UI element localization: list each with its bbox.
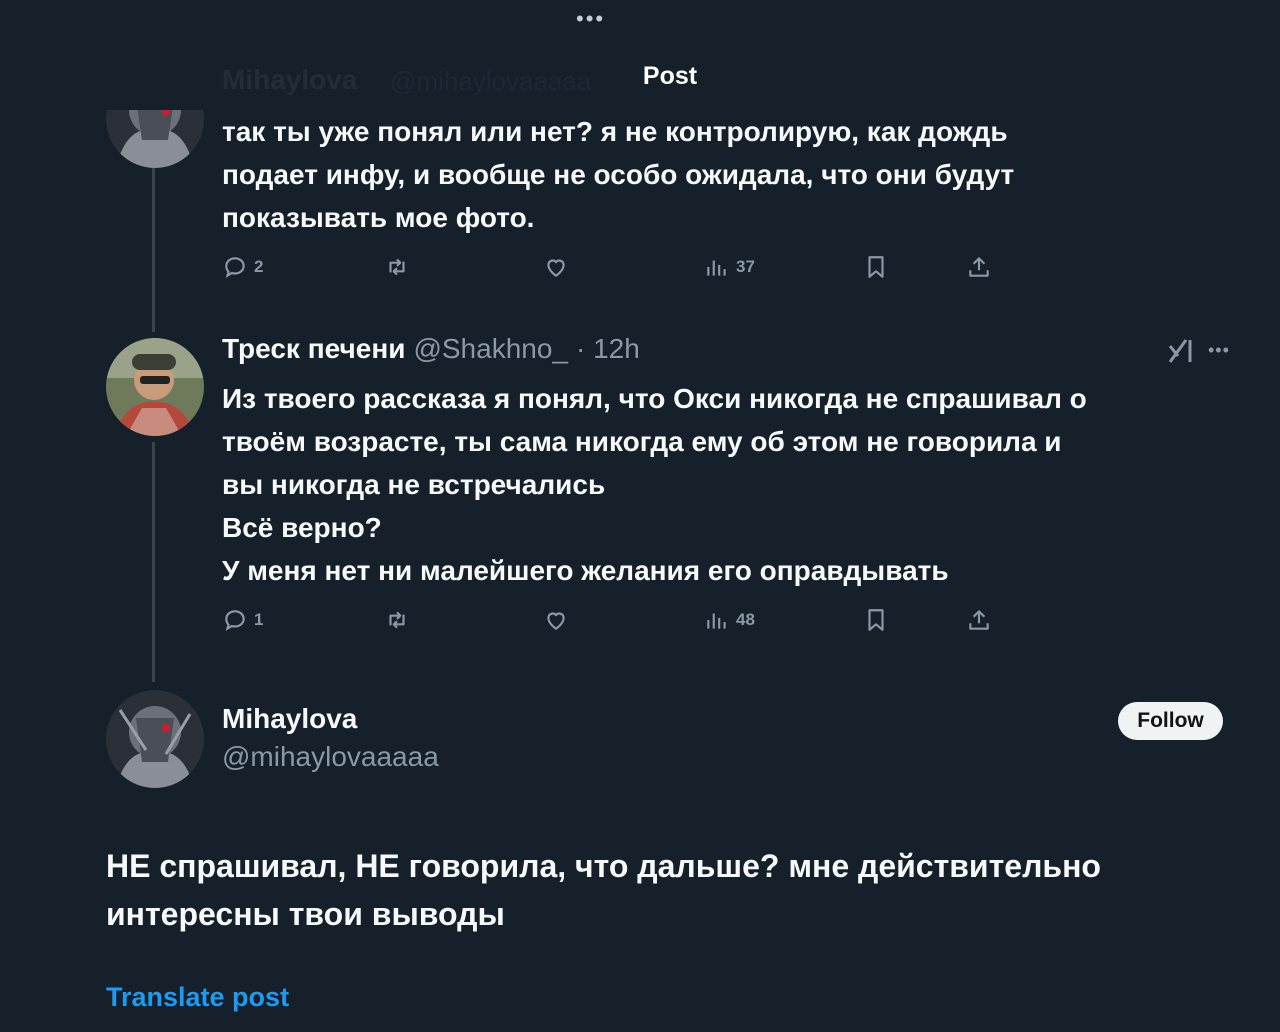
share-icon [969,610,989,630]
tweet-text-line: Из твоего рассказа я понял, что Окси ник… [222,383,1087,414]
share-button[interactable] [966,254,992,280]
more-dots-icon[interactable]: ••• [576,8,605,30]
tweet-text: так ты уже понял или нет? я не контролир… [222,110,1014,239]
heart-icon [547,259,565,277]
page-title: Post [642,62,698,90]
avatar[interactable] [106,338,204,436]
reply-icon [225,257,245,278]
views-button[interactable]: 37 [704,254,755,280]
thread-connector [152,168,155,332]
tweet-text-line: вы никогда не встречались [222,469,606,500]
tweet-text: Из твоего рассказа я понял, что Окси ник… [222,377,1087,592]
grok-icon[interactable] [1166,336,1196,371]
author-handle[interactable]: @mihaylovaaaaa [222,741,439,773]
translate-link[interactable]: Translate post [106,982,289,1013]
tweet-text-line: Всё верно? [222,512,382,543]
reply-count: 2 [254,257,264,276]
repost-button[interactable] [384,607,410,633]
bookmark-icon [868,609,884,631]
views-button[interactable]: 48 [704,607,755,633]
author-name[interactable]: Треск печени [222,333,405,365]
reply-button[interactable]: 1 [222,607,263,633]
like-button[interactable] [543,254,569,280]
tweet-text-line: так ты уже понял или нет? я не контролир… [222,116,1008,147]
like-button[interactable] [543,607,569,633]
more-options-icon[interactable]: ••• [1208,340,1230,361]
repost-icon [389,258,405,276]
bookmark-button[interactable] [863,254,889,280]
views-icon [707,613,726,629]
post-time[interactable]: · 12h [576,333,640,365]
repost-icon [389,611,405,629]
tweet-text-line: показывать мое фото. [222,202,535,233]
heart-icon [547,612,565,630]
reply-button[interactable]: 2 [222,254,263,280]
views-icon [707,260,726,276]
share-icon [969,257,989,277]
reply-count: 1 [254,610,264,629]
tweet-text-line: подает инфу, и вообще не особо ожидала, … [222,159,1015,190]
tweet-text-line: твоём возрасте, ты сама никогда ему об э… [222,426,1062,457]
post-text-line: НЕ спрашивал, НЕ говорила, что дальше? м… [106,848,1101,884]
tweet-header: Треск печени @Shakhno_ · 12h [222,333,640,365]
share-button[interactable] [966,607,992,633]
repost-button[interactable] [384,254,410,280]
tweet-text-line: У меня нет ни малейшего желания его опра… [222,555,949,586]
bookmark-icon [868,256,884,278]
avatar[interactable] [106,690,204,788]
reply-icon [225,610,245,631]
follow-button[interactable]: Follow [1118,702,1223,740]
views-count: 48 [736,610,755,629]
author-name[interactable]: Mihaylova [222,703,357,735]
bookmark-button[interactable] [863,607,889,633]
post-text: НЕ спрашивал, НЕ говорила, что дальше? м… [106,842,1101,938]
thread-connector [152,442,155,682]
author-handle[interactable]: @Shakhno_ [413,333,568,365]
post-text-line: интересны твои выводы [106,896,505,932]
views-count: 37 [736,257,755,276]
